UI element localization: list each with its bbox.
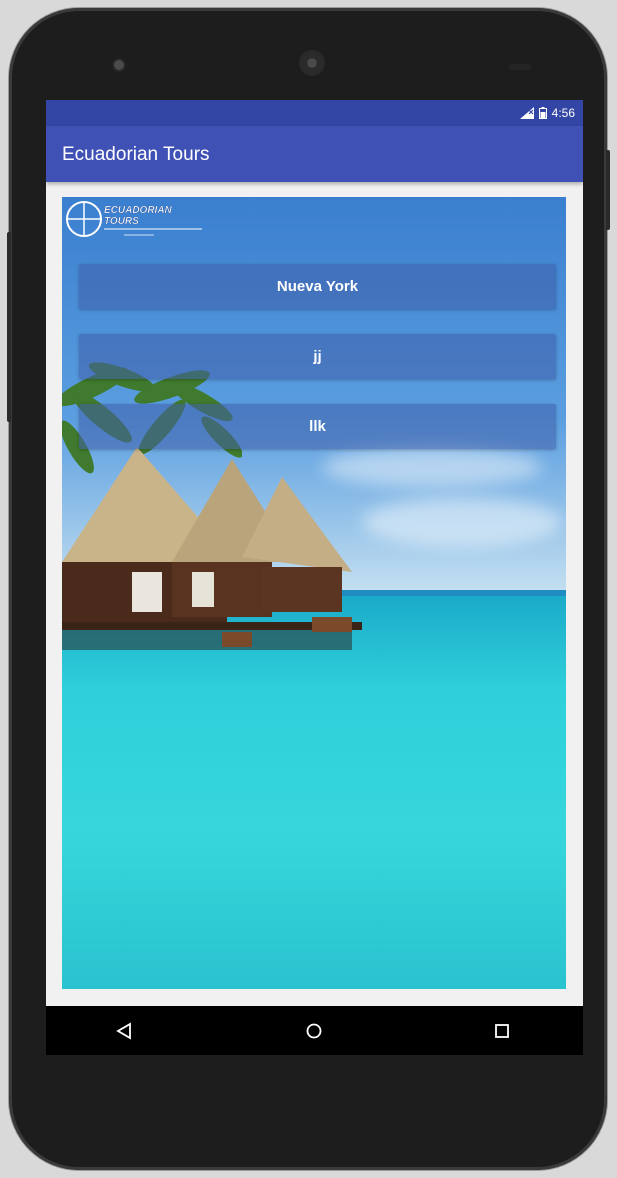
logo-text-line1: ECUADORIAN [104,205,173,216]
recents-square-icon [495,1024,509,1038]
status-icons: 4:56 [519,106,575,120]
destination-button-nueva-york[interactable]: Nueva York [79,264,556,309]
recents-button[interactable] [487,1016,517,1046]
home-circle-icon [306,1023,322,1039]
proximity-sensor [509,64,531,70]
ecuadorian-tours-logo: ECUADORIAN TOURS [66,201,202,237]
beach-background-image: ECUADORIAN TOURS Nueva York jj llk [62,197,566,989]
logo-text-line2: TOURS [104,216,139,227]
app-title: Ecuadorian Tours [62,144,210,165]
back-triangle-icon [116,1022,131,1040]
volume-button [7,232,11,422]
destination-button-llk[interactable]: llk [79,404,556,449]
signal-icon [519,107,534,119]
overwater-bungalows [62,447,362,650]
navigation-bar [46,1006,583,1055]
status-bar: 4:56 [46,100,583,126]
earpiece-speaker [301,52,323,74]
home-button[interactable] [299,1016,329,1046]
device-screen: 4:56 Ecuadorian Tours ECUADORIAN TOURS N… [46,100,583,1055]
destination-button-jj[interactable]: jj [79,334,556,379]
back-button[interactable] [109,1016,139,1046]
status-time: 4:56 [551,106,575,120]
battery-icon [538,107,547,119]
front-camera [114,60,124,70]
cloud [362,497,562,547]
app-bar: Ecuadorian Tours [46,126,583,182]
power-button [606,150,610,230]
